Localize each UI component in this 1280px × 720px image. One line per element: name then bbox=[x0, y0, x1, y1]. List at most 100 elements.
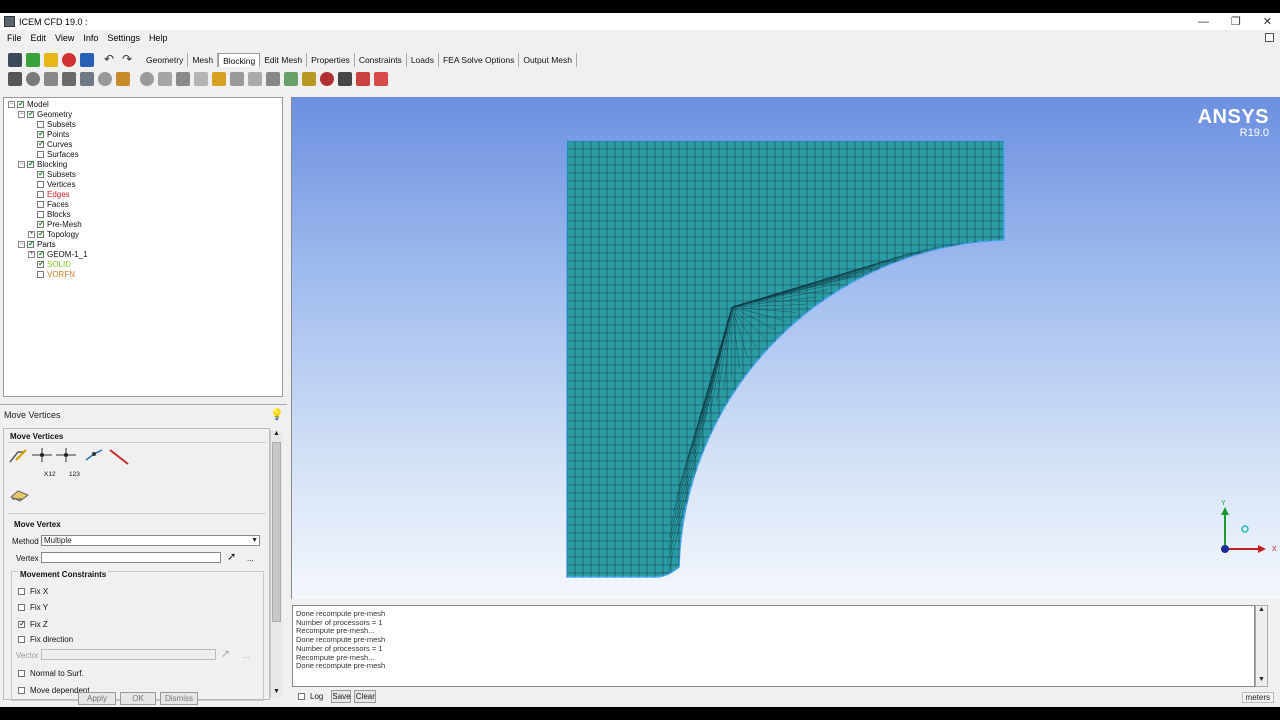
vertex-input[interactable] bbox=[41, 552, 221, 563]
save-log-button[interactable]: Save bbox=[331, 689, 352, 703]
measure-icon[interactable] bbox=[44, 72, 58, 86]
help-icon[interactable]: 💡 bbox=[270, 408, 284, 421]
close-button[interactable]: ✕ bbox=[1263, 15, 1272, 28]
set-location-icon[interactable] bbox=[32, 448, 52, 462]
edit-block-icon[interactable] bbox=[194, 72, 208, 86]
block-checks-icon[interactable] bbox=[338, 72, 352, 86]
lightning-icon[interactable] bbox=[44, 53, 58, 67]
tab-output-mesh[interactable]: Output Mesh bbox=[519, 53, 577, 67]
tree-item[interactable]: Vertices bbox=[28, 179, 75, 189]
more-options[interactable]: ... bbox=[247, 554, 254, 563]
tree-checkbox[interactable] bbox=[37, 150, 44, 158]
tab-geometry[interactable]: Geometry bbox=[142, 53, 189, 67]
tab-loads[interactable]: Loads bbox=[407, 53, 439, 67]
redo-icon[interactable]: ↷ bbox=[120, 53, 134, 67]
tree-checkbox[interactable] bbox=[37, 180, 44, 188]
tree-checkbox[interactable] bbox=[37, 120, 44, 128]
transform-blocks-icon[interactable] bbox=[248, 72, 262, 86]
tree-checkbox[interactable] bbox=[27, 239, 35, 248]
message-console[interactable]: Done recompute pre-mesh Number of process… bbox=[292, 605, 1255, 687]
tree-toggle-icon[interactable]: − bbox=[18, 110, 25, 118]
snap-project-icon[interactable] bbox=[109, 449, 129, 465]
scroll-thumb[interactable] bbox=[272, 442, 281, 622]
select-vector-icon[interactable]: ➚ bbox=[221, 647, 230, 660]
scroll-up-icon[interactable]: ▲ bbox=[273, 430, 280, 437]
tree-toggle-icon[interactable]: + bbox=[28, 230, 35, 238]
solid-icon[interactable] bbox=[116, 72, 130, 86]
scroll-down-icon[interactable]: ▼ bbox=[273, 688, 280, 695]
tree-checkbox[interactable] bbox=[37, 259, 45, 268]
tab-blocking[interactable]: Blocking bbox=[218, 53, 261, 67]
tree-toggle-icon[interactable]: − bbox=[18, 160, 25, 168]
minimize-button[interactable]: — bbox=[1198, 16, 1209, 28]
refresh-icon[interactable] bbox=[26, 53, 40, 67]
tree-toggle-icon[interactable]: − bbox=[18, 240, 25, 248]
chevron-down-icon[interactable]: ▼ bbox=[251, 536, 258, 545]
vector-input[interactable] bbox=[41, 649, 216, 660]
menu-settings[interactable]: Settings bbox=[107, 33, 140, 43]
method-select[interactable]: Multiple ▼ bbox=[41, 535, 260, 546]
pre-mesh-params-icon[interactable] bbox=[284, 72, 298, 86]
tree-toggle-icon[interactable]: − bbox=[8, 100, 15, 108]
restore-button[interactable]: ❐ bbox=[1231, 15, 1241, 28]
tree-item[interactable]: Subsets bbox=[28, 169, 76, 179]
mesh-domain[interactable] bbox=[566, 140, 1005, 578]
pre-mesh-smooth-icon[interactable] bbox=[320, 72, 334, 86]
clear-log-button[interactable]: Clear bbox=[354, 689, 377, 703]
scroll-up-icon[interactable]: ▲ bbox=[1258, 606, 1265, 613]
menu-help[interactable]: Help bbox=[149, 33, 168, 43]
menu-edit[interactable]: Edit bbox=[31, 33, 47, 43]
associate-icon[interactable] bbox=[212, 72, 226, 86]
align-vertices-icon[interactable] bbox=[56, 448, 76, 462]
tree-checkbox[interactable] bbox=[17, 99, 25, 108]
edit-edge-icon[interactable] bbox=[266, 72, 280, 86]
vector-more-options[interactable]: ... bbox=[243, 651, 250, 660]
menu-view[interactable]: View bbox=[55, 33, 74, 43]
tree-item[interactable]: VORFN bbox=[28, 269, 75, 279]
fix-y-checkbox[interactable] bbox=[18, 604, 25, 611]
tree-checkbox[interactable] bbox=[37, 190, 44, 198]
tree-item[interactable]: + GEOM-1_1 bbox=[28, 249, 87, 259]
tree-item[interactable]: − Parts bbox=[18, 239, 56, 249]
merge-vertices-icon[interactable] bbox=[10, 487, 30, 503]
tab-constraints[interactable]: Constraints bbox=[355, 53, 407, 67]
ok-button[interactable]: OK bbox=[120, 692, 156, 705]
split-block-icon[interactable] bbox=[158, 72, 172, 86]
tree-checkbox[interactable] bbox=[37, 219, 45, 228]
create-block-icon[interactable] bbox=[140, 72, 154, 86]
merge-vertices-icon[interactable] bbox=[176, 72, 190, 86]
view-cube-icon[interactable] bbox=[80, 72, 94, 86]
tree-checkbox[interactable] bbox=[37, 249, 45, 258]
panel-scrollbar[interactable]: ▲ ▼ bbox=[270, 430, 282, 698]
tree-item[interactable]: − Model bbox=[8, 99, 49, 109]
select-cursor-icon[interactable]: ➚ bbox=[227, 550, 236, 563]
move-dependent-checkbox[interactable] bbox=[18, 687, 25, 694]
fix-direction-checkbox[interactable] bbox=[18, 636, 25, 643]
tree-item[interactable]: Subsets bbox=[28, 119, 76, 129]
tree-item[interactable]: Edges bbox=[28, 189, 70, 199]
tree-checkbox[interactable] bbox=[37, 139, 45, 148]
tab-edit-mesh[interactable]: Edit Mesh bbox=[260, 53, 308, 67]
tree-item[interactable]: − Geometry bbox=[18, 109, 72, 119]
set-edge-length-icon[interactable] bbox=[85, 449, 103, 461]
tab-mesh[interactable]: Mesh bbox=[188, 53, 219, 67]
tree-toggle-icon[interactable]: + bbox=[28, 250, 35, 258]
apply-button[interactable]: Apply bbox=[78, 692, 116, 705]
tree-item[interactable]: Curves bbox=[28, 139, 72, 149]
float-window-icon[interactable] bbox=[1265, 33, 1274, 42]
zoom-icon[interactable] bbox=[26, 72, 40, 86]
tree-item[interactable]: Surfaces bbox=[28, 149, 79, 159]
tree-checkbox[interactable] bbox=[37, 129, 45, 138]
tree-checkbox[interactable] bbox=[37, 270, 44, 278]
tree-checkbox[interactable] bbox=[27, 109, 35, 118]
tab-properties[interactable]: Properties bbox=[307, 53, 355, 67]
menu-file[interactable]: File bbox=[7, 33, 22, 43]
tree-item[interactable]: Faces bbox=[28, 199, 69, 209]
menu-info[interactable]: Info bbox=[83, 33, 98, 43]
move-vertex-icon[interactable] bbox=[9, 449, 27, 463]
wireframe-icon[interactable] bbox=[98, 72, 112, 86]
display-icon[interactable] bbox=[80, 53, 94, 67]
move-vertex-icon[interactable] bbox=[230, 72, 244, 86]
tree-item[interactable]: − Blocking bbox=[18, 159, 67, 169]
tree-checkbox[interactable] bbox=[37, 169, 45, 178]
